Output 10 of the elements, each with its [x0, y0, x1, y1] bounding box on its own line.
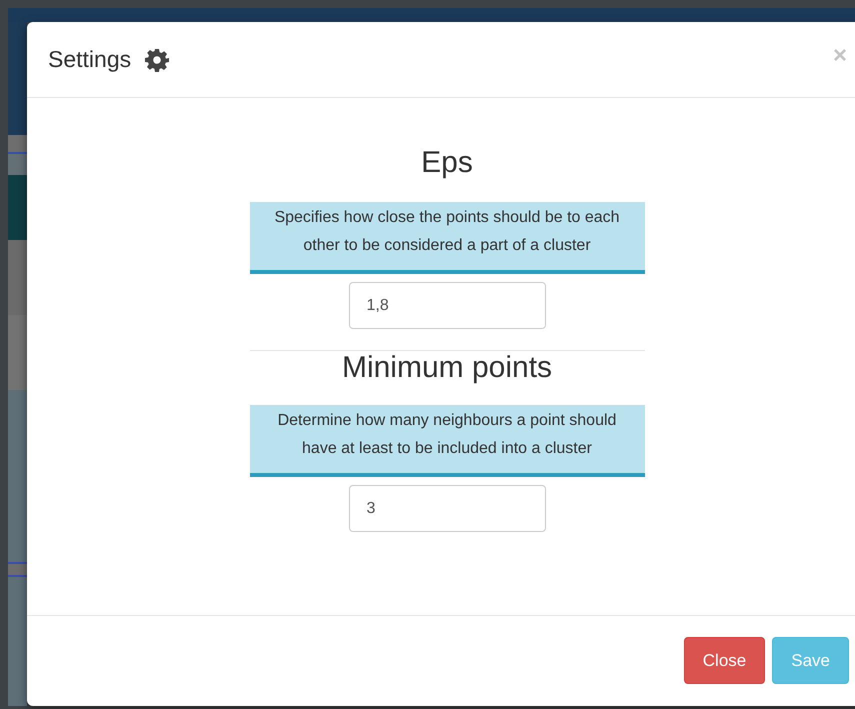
section-heading: Eps: [421, 146, 473, 180]
settings-icon: [145, 48, 170, 72]
close-button[interactable]: Close: [684, 637, 766, 684]
input-field[interactable]: 1,8: [348, 282, 546, 329]
description-note: Specifies how close the points should be to each other to be considered a part of a cluster: [250, 202, 644, 274]
description-note: Determine how many neighbours a point should have at least to be included into a cluster: [250, 405, 644, 477]
save-button[interactable]: Save: [772, 637, 849, 684]
input-field[interactable]: 3: [348, 485, 546, 532]
modal-title: Settings: [48, 46, 132, 73]
section-heading: Minimum points: [342, 351, 552, 385]
